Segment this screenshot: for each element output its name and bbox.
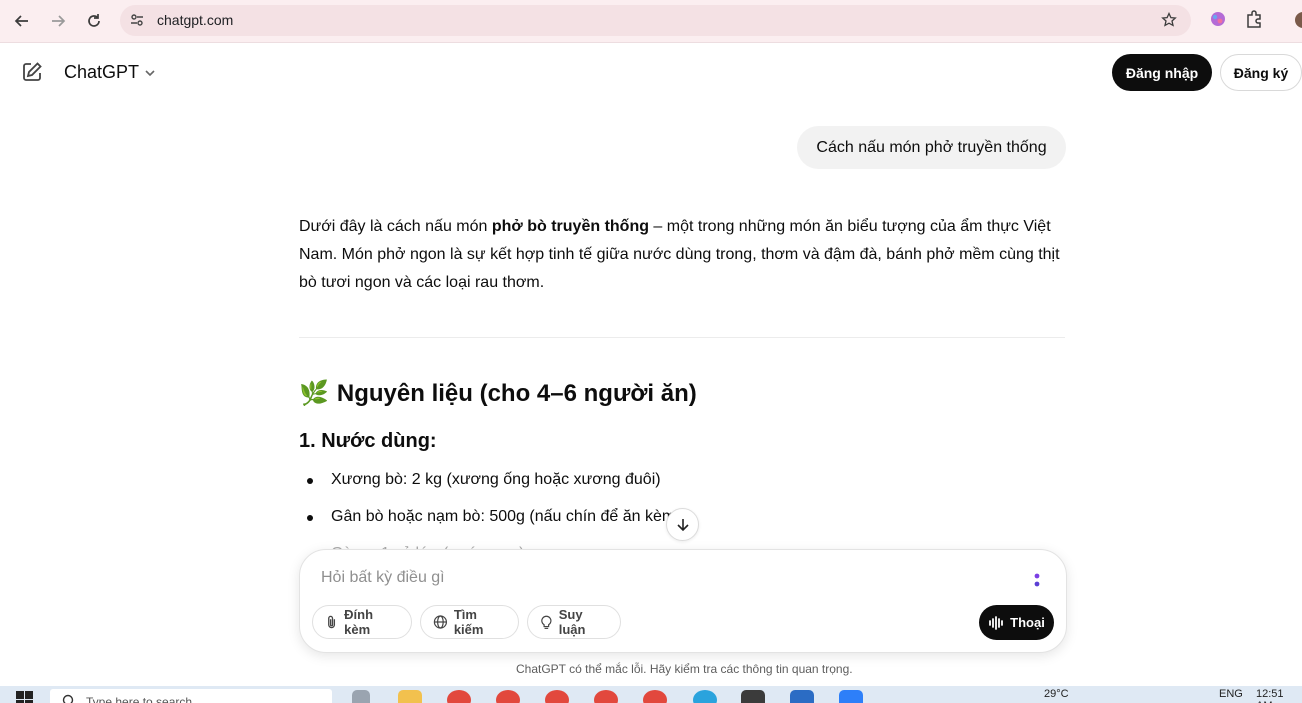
broth-ingredient-list: Xương bò: 2 kg (xương ống hoặc xương đuô… [299,466,681,552]
zalo-icon[interactable] [839,690,863,703]
extension-icon[interactable] [1209,10,1227,33]
chrome-icon[interactable] [594,690,618,703]
attach-label: Đính kèm [344,607,374,637]
ingredients-heading-text: Nguyên liệu (cho 4–6 người ăn) [336,379,697,407]
chrome-icon[interactable] [643,690,667,703]
chrome-icon[interactable] [447,690,471,703]
globe-icon [433,615,448,629]
reason-label: Suy luận [558,607,586,637]
voice-waveform-icon [989,615,1004,630]
model-selector[interactable]: ChatGPT [64,62,156,83]
reload-icon[interactable] [81,8,107,34]
address-bar[interactable]: chatgpt.com [120,5,1191,36]
list-item: Xương bò: 2 kg (xương ống hoặc xương đuô… [299,466,681,503]
voice-label: Thoại [1010,615,1045,630]
forward-arrow-icon[interactable] [45,8,71,34]
taskbar-search-placeholder: Type here to search [86,695,193,703]
new-chat-icon[interactable] [20,60,44,89]
paperclip-icon [328,615,336,629]
arrow-down-icon [676,518,689,531]
language-indicator[interactable]: ENG [1219,688,1243,700]
more-options-icon[interactable] [1032,572,1042,597]
windows-start-icon[interactable] [16,691,34,703]
back-arrow-icon[interactable] [9,8,35,34]
prompt-input[interactable] [319,568,1003,588]
puzzle-icon[interactable] [1245,10,1263,33]
app-title: ChatGPT [64,62,140,82]
word-icon[interactable] [790,690,814,703]
browser-toolbar: chatgpt.com [0,0,1302,43]
chrome-icon[interactable] [545,690,569,703]
taskbar-search[interactable]: Type here to search [50,689,332,703]
user-message-bubble: Cách nấu món phở truyền thống [797,126,1066,169]
assistant-answer: Dưới đây là cách nấu món phở bò truyền t… [299,213,1065,297]
lightbulb-icon [541,615,552,629]
scroll-to-bottom-button[interactable] [666,508,699,541]
clock-time[interactable]: 12:51 AM [1256,688,1302,703]
file-explorer-icon[interactable] [398,690,422,703]
voice-button[interactable]: Thoại [979,605,1054,640]
profile-avatar-icon[interactable] [1294,11,1302,34]
terminal-icon[interactable] [741,690,765,703]
disclaimer-text: ChatGPT có thể mắc lỗi. Hãy kiểm tra các… [516,662,853,676]
broth-heading: 1. Nước dùng: [299,430,437,452]
signup-button[interactable]: Đăng ký [1220,54,1302,91]
chrome-icon[interactable] [496,690,520,703]
login-button[interactable]: Đăng nhập [1112,54,1212,91]
reason-button[interactable]: Suy luận [527,605,621,639]
search-label: Tìm kiếm [453,607,484,637]
answer-intro-bold: phở bò truyền thống [491,218,649,235]
divider [299,337,1065,338]
attach-button[interactable]: Đính kèm [312,605,412,639]
task-view-icon[interactable] [352,690,370,703]
search-button[interactable]: Tìm kiếm [420,605,519,639]
telegram-icon[interactable] [693,690,717,703]
ingredients-heading: 🌿 Nguyên liệu (cho 4–6 người ăn) [299,379,697,408]
url-text[interactable]: chatgpt.com [157,12,233,28]
search-icon [62,694,74,703]
list-item: Gân bò hoặc nạm bò: 500g (nấu chín để ăn… [299,503,681,540]
chevron-down-icon [145,69,155,76]
site-settings-icon[interactable] [129,12,145,33]
answer-intro: Dưới đây là cách nấu món phở bò truyền t… [299,218,1060,291]
weather-temperature[interactable]: 29°C [1044,688,1069,700]
bookmark-star-icon[interactable] [1161,11,1177,33]
herb-icon: 🌿 [299,380,329,407]
message-composer: Đính kèm Tìm kiếm Suy luận Thoại [299,549,1067,653]
os-taskbar: Type here to search 29°C ENG 12:51 AM [0,686,1302,703]
